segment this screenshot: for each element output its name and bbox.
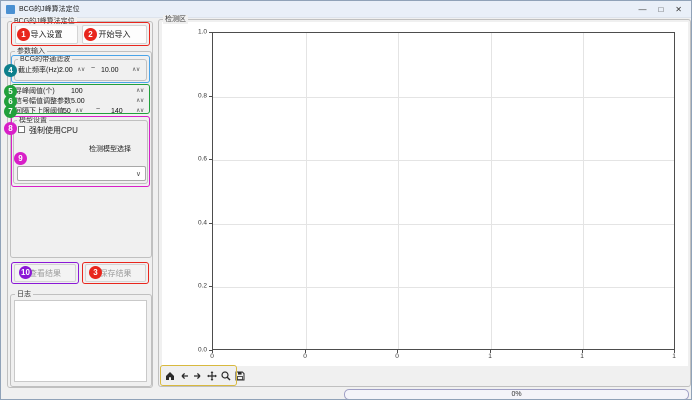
cutoff-range-separator: ~ (91, 65, 95, 72)
force-cpu-label[interactable]: 强制使用CPU (29, 126, 78, 135)
minimize-button[interactable]: — (638, 5, 646, 14)
gridline (398, 33, 399, 349)
interval-high-value[interactable]: 140 (111, 107, 123, 116)
window-controls: — □ ✕ (638, 5, 688, 14)
annotation-circle-2: 2 (84, 28, 97, 41)
annotation-circle-10: 10 (19, 266, 32, 279)
x-tick-label: 1 (580, 353, 584, 360)
tick-mark (209, 159, 212, 160)
gridline (213, 160, 674, 161)
log-group-title: 日志 (15, 290, 33, 299)
plot-toolbar (164, 369, 245, 382)
home-icon[interactable] (164, 369, 175, 382)
y-tick-label: 0.4 (191, 220, 207, 227)
cutoff-low-spinner[interactable]: ∧∨ (77, 66, 85, 75)
x-tick-label: 1 (488, 353, 492, 360)
model-select-combobox[interactable]: ∨ (17, 166, 146, 181)
zoom-magnifier-icon[interactable] (220, 369, 231, 382)
annotation-circle-1: 1 (17, 28, 30, 41)
tick-mark (209, 32, 212, 33)
progress-value: 0% (511, 391, 521, 398)
bandpass-group-title: BCG的带通滤波 (18, 55, 72, 64)
y-tick-label: 0.8 (191, 93, 207, 100)
app-window: BCG的J峰算法定位 — □ ✕ BCG的J峰算法定位 导入设置 开始导入 1 … (0, 0, 692, 400)
left-panel-group-title: BCG的J峰算法定位 (12, 17, 77, 26)
cutoff-high-value[interactable]: 10.00 (101, 66, 119, 75)
annotation-circle-3: 3 (89, 266, 102, 279)
peak-threshold-spinner[interactable]: ∧∨ (136, 87, 144, 96)
plot-axes[interactable] (212, 32, 675, 350)
amplitude-adjust-spinner[interactable]: ∧∨ (136, 97, 144, 106)
annotation-circle-7: 7 (4, 105, 17, 118)
annotation-circle-9: 9 (14, 152, 27, 165)
cutoff-low-value[interactable]: 2.00 (59, 66, 73, 75)
gridline (213, 287, 674, 288)
window-title: BCG的J峰算法定位 (19, 4, 80, 14)
force-cpu-checkbox[interactable] (18, 126, 25, 133)
back-arrow-icon[interactable] (178, 369, 189, 382)
log-textarea[interactable] (14, 300, 147, 382)
y-tick-label: 0.2 (191, 283, 207, 290)
save-icon[interactable] (234, 369, 245, 382)
annotation-circle-4: 4 (4, 64, 17, 77)
model-settings-group-title: 模型设置 (17, 116, 49, 125)
x-tick-label: 1 (672, 353, 676, 360)
amplitude-adjust-value[interactable]: 5.00 (71, 97, 85, 106)
y-tick-label: 0.0 (191, 347, 207, 354)
y-tick-label: 1.0 (191, 29, 207, 36)
app-icon (6, 5, 15, 14)
title-bar: BCG的J峰算法定位 — □ ✕ (1, 1, 692, 18)
tick-mark (209, 350, 212, 351)
amplitude-adjust-label: 信号幅值调整参数 (15, 97, 71, 106)
gridline (583, 33, 584, 349)
tick-mark (209, 96, 212, 97)
chevron-down-icon: ∨ (136, 170, 141, 178)
cutoff-frequency-label: 截止频率(Hz): (18, 66, 61, 75)
tick-mark (209, 286, 212, 287)
interval-limits-label: 间隔下上限阈值 (15, 107, 64, 116)
x-tick-label: 0 (303, 353, 307, 360)
gridline (306, 33, 307, 349)
interval-low-value[interactable]: 50 (63, 107, 71, 116)
y-tick-label: 0.6 (191, 156, 207, 163)
model-select-label: 检测模型选择 (89, 145, 131, 154)
pan-icon[interactable] (206, 369, 217, 382)
x-tick-label: 0 (210, 353, 214, 360)
close-button[interactable]: ✕ (675, 5, 682, 14)
cutoff-high-spinner[interactable]: ∧∨ (132, 66, 140, 75)
progress-bar: 0% (344, 389, 689, 400)
gridline (213, 224, 674, 225)
interval-high-spinner[interactable]: ∧∨ (136, 107, 144, 116)
peak-threshold-value[interactable]: 100 (71, 87, 83, 96)
peak-threshold-label: 寻峰阈值(个) (15, 87, 55, 96)
gridline (213, 97, 674, 98)
maximize-button[interactable]: □ (658, 5, 663, 14)
x-tick-label: 0 (395, 353, 399, 360)
gridline (491, 33, 492, 349)
annotation-circle-8: 8 (4, 122, 17, 135)
detection-area-group-title: 检测区 (163, 15, 188, 24)
interval-low-spinner[interactable]: ∧∨ (75, 107, 83, 116)
tick-mark (209, 223, 212, 224)
forward-arrow-icon[interactable] (192, 369, 203, 382)
interval-range-separator: ~ (96, 106, 100, 113)
